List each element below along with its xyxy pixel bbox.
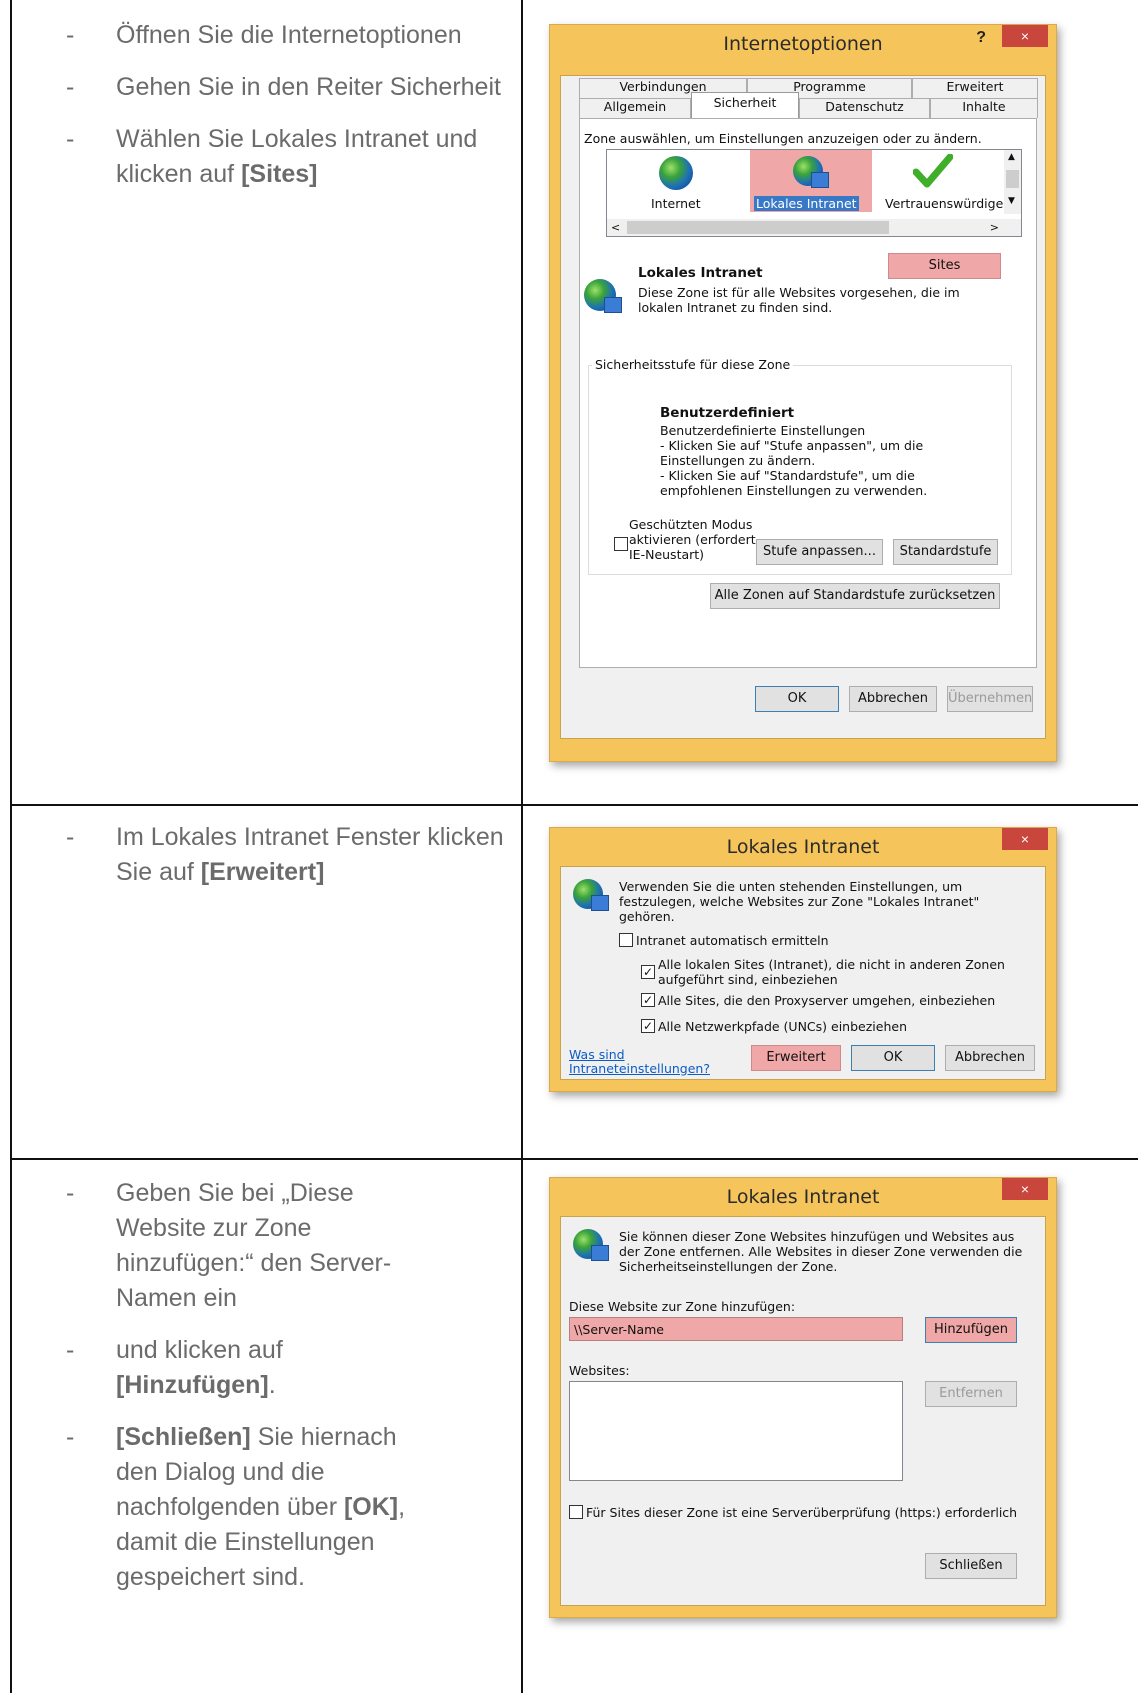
computer-icon [591, 1245, 609, 1261]
zone-prompt: Zone auswählen, um Einstellungen anzuzei… [584, 131, 982, 146]
close-icon[interactable]: × [1002, 1178, 1048, 1200]
help-icon[interactable]: ? [976, 29, 986, 47]
level-desc-3: - Klicken Sie auf "Standardstufe", um di… [660, 468, 928, 498]
level-title: Benutzerdefiniert [660, 405, 795, 421]
local-intranet-dialog: Lokales Intranet × Verwenden Sie die unt… [549, 827, 1057, 1092]
auto-detect-label: Intranet automatisch ermitteln [636, 933, 829, 948]
sites-button[interactable]: Sites [888, 253, 1001, 279]
cancel-button[interactable]: Abbrechen [849, 686, 937, 712]
close-icon[interactable]: × [1002, 25, 1048, 47]
zone-lokales-intranet[interactable]: Lokales Intranet [754, 196, 859, 211]
advanced-button[interactable]: Erweitert [751, 1045, 841, 1071]
tab-sicherheit[interactable]: Sicherheit [691, 92, 799, 120]
reset-all-zones-button[interactable]: Alle Zonen auf Standardstufe zurücksetze… [710, 583, 1000, 609]
tab-datenschutz[interactable]: Datenschutz [799, 98, 930, 118]
help-link-line1[interactable]: Was sind [569, 1047, 625, 1062]
option3-label: Alle Netzwerkpfade (UNCs) einbeziehen [658, 1019, 907, 1034]
table-border-left [10, 0, 12, 1693]
option3-checkbox[interactable]: ✓ [641, 1019, 655, 1033]
table-row-divider-1 [10, 804, 1138, 806]
table-row-divider-2 [10, 1158, 1138, 1160]
step-item: - Gehen Sie in den Reiter Sicherheit [66, 73, 501, 101]
tab-panel-sicherheit: Zone auswählen, um Einstellungen anzuzei… [579, 118, 1037, 668]
custom-level-button[interactable]: Stufe anpassen... [756, 539, 883, 565]
scroll-up-icon[interactable]: ▲ [1008, 152, 1015, 162]
intro-text: Verwenden Sie die unten stehenden Einste… [619, 879, 980, 924]
add-site-label: Diese Website zur Zone hinzufügen: [569, 1299, 796, 1314]
zone-internet[interactable]: Internet [651, 196, 701, 211]
step-item: - Geben Sie bei „Diese Website zur Zone h… [66, 1179, 392, 1312]
dialog-client: Verwenden Sie die unten stehenden Einste… [560, 866, 1046, 1080]
websites-label: Websites: [569, 1363, 630, 1378]
close-button[interactable]: Schließen [925, 1553, 1017, 1579]
internet-options-dialog: Internetoptionen ? × Verbindungen Progra… [549, 24, 1057, 762]
steps-row-2: - Im Lokales Intranet Fenster klicken Sie… [60, 820, 530, 907]
add-button[interactable]: Hinzufügen [925, 1317, 1017, 1343]
ok-button[interactable]: OK [851, 1045, 935, 1071]
level-desc-1: Benutzerdefinierte Einstellungen [660, 423, 866, 438]
step-item: - Öffnen Sie die Internetoptionen [66, 21, 462, 49]
dialog-title: Lokales Intranet [726, 836, 880, 858]
protected-mode-checkbox[interactable] [614, 537, 628, 551]
steps-row-1: - Öffnen Sie die Internetoptionen - Gehen … [60, 18, 530, 209]
step-item: - Im Lokales Intranet Fenster klicken Sie… [66, 823, 504, 886]
option2-label: Alle Sites, die den Proxyserver umgehen,… [658, 993, 996, 1008]
step-item: - [Schließen] Sie hiernach den Dialog und… [66, 1423, 406, 1591]
https-label: Für Sites dieser Zone ist eine Serverübe… [586, 1505, 1018, 1520]
dialog-client: Verbindungen Programme Erweitert Allgeme… [560, 75, 1046, 739]
option2-checkbox[interactable]: ✓ [641, 993, 655, 1007]
tab-erweitert[interactable]: Erweitert [912, 78, 1038, 98]
tab-inhalte[interactable]: Inhalte [930, 98, 1038, 118]
step-item: - Wählen Sie Lokales Intranet und klicken… [66, 125, 478, 188]
horizontal-scrollbar[interactable]: < > [607, 219, 1021, 236]
cancel-button[interactable]: Abbrechen [945, 1045, 1035, 1071]
security-level-group-label: Sicherheitsstufe für diese Zone [592, 357, 794, 372]
auto-detect-checkbox[interactable] [619, 933, 633, 947]
intro-text: Sie können dieser Zone Websites hinzufüg… [619, 1229, 1023, 1274]
zone-vertrauenswuerdige[interactable]: Vertrauenswürdige [885, 196, 1003, 211]
local-intranet-sites-dialog: Lokales Intranet × Sie können dieser Zon… [549, 1177, 1057, 1618]
scroll-right-icon[interactable]: > [990, 221, 999, 234]
option1-checkbox[interactable]: ✓ [641, 965, 655, 979]
default-level-button[interactable]: Standardstufe [893, 539, 998, 565]
apply-button[interactable]: Übernehmen [947, 686, 1033, 712]
close-icon[interactable]: × [1002, 828, 1048, 850]
scroll-down-icon[interactable]: ▼ [1008, 196, 1015, 206]
checkmark-icon [912, 153, 954, 188]
zone-list[interactable]: Internet Lokales Intranet Vertrauenswürd… [606, 149, 1022, 237]
tab-allgemein[interactable]: Allgemein [579, 98, 691, 118]
help-link-line2[interactable]: Intraneteinstellungen? [569, 1061, 710, 1076]
step-item: - und klicken auf [Hinzufügen]. [66, 1336, 283, 1399]
scroll-left-icon[interactable]: < [611, 221, 620, 234]
option1-label: Alle lokalen Sites (Intranet), die nicht… [658, 957, 1005, 987]
level-desc-2: - Klicken Sie auf "Stufe anpassen", um d… [660, 438, 924, 468]
zone-title: Lokales Intranet [638, 265, 763, 281]
https-checkbox[interactable] [569, 1505, 583, 1519]
vertical-scrollbar[interactable]: ▲ ▼ [1004, 150, 1021, 214]
dialog-client: Sie können dieser Zone Websites hinzufüg… [560, 1216, 1046, 1606]
internet-zone-icon [659, 156, 693, 190]
ok-button[interactable]: OK [755, 686, 839, 712]
computer-icon [591, 895, 609, 911]
websites-list[interactable] [569, 1381, 903, 1481]
dialog-title: Lokales Intranet [726, 1186, 880, 1208]
scroll-thumb-h[interactable] [627, 221, 889, 234]
computer-icon [604, 297, 622, 313]
zone-description: Diese Zone ist für alle Websites vorgese… [638, 285, 960, 315]
computer-icon [811, 172, 829, 188]
protected-mode-label: Geschützten Modus aktivieren (erfordert … [629, 517, 756, 562]
steps-row-3: - Geben Sie bei „Diese Website zur Zone h… [60, 1176, 440, 1612]
scroll-thumb[interactable] [1006, 170, 1019, 188]
add-site-input[interactable]: \\Server-Name [569, 1317, 903, 1341]
remove-button[interactable]: Entfernen [925, 1381, 1017, 1407]
